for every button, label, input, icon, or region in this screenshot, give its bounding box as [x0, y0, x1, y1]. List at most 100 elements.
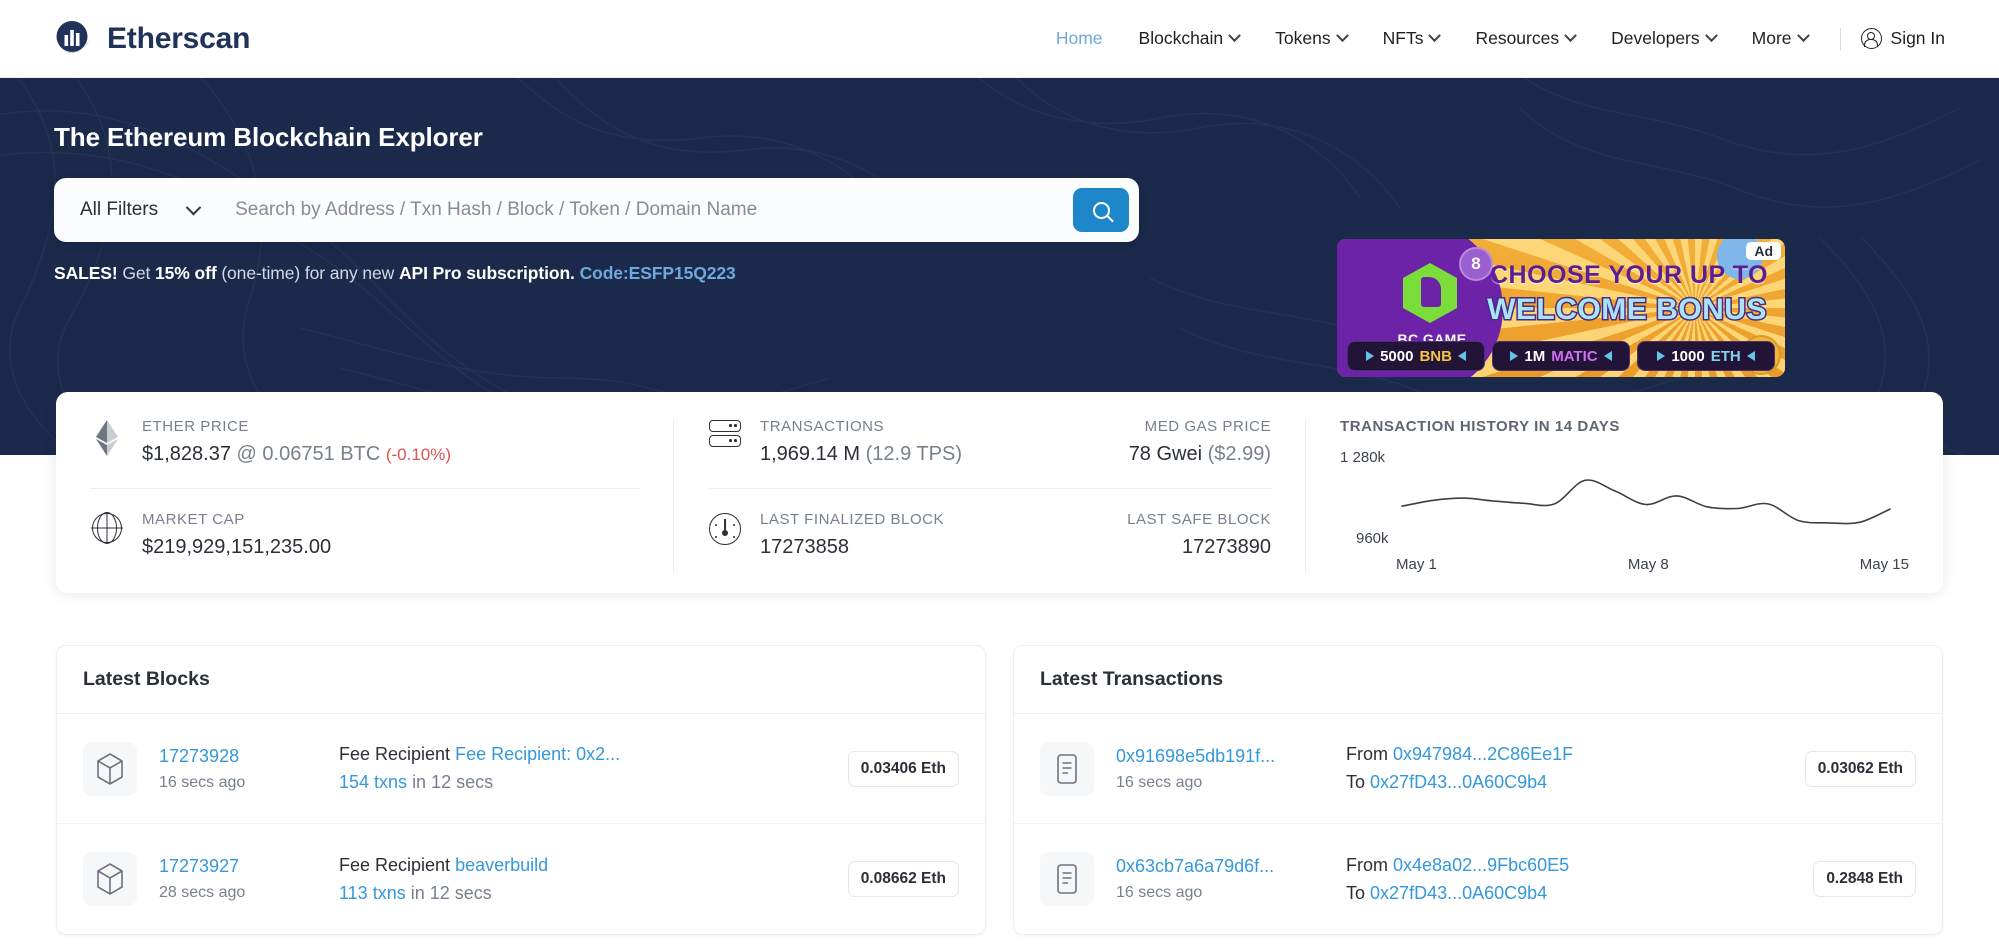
txns-count-link[interactable]: 113 txns: [339, 883, 406, 903]
table-row[interactable]: 17273927 28 secs ago Fee Recipient beave…: [57, 824, 985, 934]
block-cube-icon: [83, 852, 137, 906]
tx-details: From 0x947984...2C86Ee1F To 0x27fD43...0…: [1346, 744, 1805, 793]
sales-product: API Pro subscription.: [399, 263, 575, 283]
tx-details: From 0x4e8a02...9Fbc60E5 To 0x27fD43...0…: [1346, 855, 1813, 904]
txns-line: 113 txns in 12 secs: [339, 883, 848, 904]
chevron-down-icon: [186, 199, 202, 215]
from-label: From: [1346, 855, 1388, 875]
nav-item-tokens[interactable]: Tokens: [1257, 20, 1364, 57]
top-navigation-bar: Etherscan Home Blockchain Tokens NFTs Re…: [0, 0, 1999, 78]
tx-hash-link[interactable]: 0x91698e5db191f...: [1116, 746, 1346, 767]
nav-item-label: Home: [1056, 28, 1103, 49]
to-address-link[interactable]: 0x27fD43...0A60C9b4: [1370, 883, 1547, 903]
tx-age: 16 secs ago: [1116, 884, 1346, 902]
stats-column-price: ETHER PRICE $1,828.37 @ 0.06751 BTC (-0.…: [56, 418, 674, 573]
from-label: From: [1346, 744, 1388, 764]
ad-offer-pills: 5000 BNB 1M MATIC 1000 ETH: [1347, 341, 1775, 371]
from-address-link[interactable]: 0x947984...2C86Ee1F: [1393, 744, 1573, 764]
block-info: 17273927 28 secs ago: [159, 856, 339, 902]
sign-in-label: Sign In: [1891, 28, 1945, 49]
tx-from-line: From 0x4e8a02...9Fbc60E5: [1346, 855, 1813, 876]
nav-item-blockchain[interactable]: Blockchain: [1121, 20, 1258, 57]
nav-item-nfts[interactable]: NFTs: [1365, 20, 1458, 57]
promo-code-link[interactable]: Code:ESFP15Q223: [580, 263, 736, 283]
globe-icon: [90, 511, 124, 559]
chevron-down-icon: [1564, 29, 1577, 42]
stat-block: TRANSACTIONS MED GAS PRICE 1,969.14 M (1…: [760, 418, 1271, 466]
ad-pill-amount: 1M: [1524, 348, 1545, 365]
transaction-history-chart[interactable]: 1 280k 960k May 1 May 8 May 15: [1340, 445, 1909, 573]
table-row[interactable]: 17273928 16 secs ago Fee Recipient Fee R…: [57, 714, 985, 824]
transactions-tps: (12.9 TPS): [866, 443, 962, 465]
sign-in-button[interactable]: Sign In: [1855, 20, 1951, 57]
nav-divider: [1840, 28, 1841, 50]
server-stack-icon: [708, 418, 742, 466]
ad-pill-token: ETH: [1711, 348, 1741, 365]
chart-x-tick: May 8: [1628, 556, 1669, 573]
advertisement-banner[interactable]: BC.GAME 8 CHOOSE YOUR UP TO WELCOME BONU…: [1337, 239, 1785, 377]
search-input[interactable]: [221, 199, 1073, 221]
all-filters-dropdown[interactable]: All Filters: [54, 199, 221, 221]
stats-column-network: TRANSACTIONS MED GAS PRICE 1,969.14 M (1…: [674, 418, 1306, 573]
block-info: 17273928 16 secs ago: [159, 746, 339, 792]
ad-pill-matic: 1M MATIC: [1492, 341, 1630, 371]
stat-label: LAST FINALIZED BLOCK: [760, 511, 944, 528]
block-number-link[interactable]: 17273928: [159, 746, 339, 767]
to-address-link[interactable]: 0x27fD43...0A60C9b4: [1370, 772, 1547, 792]
tx-age: 16 secs ago: [1116, 774, 1346, 792]
txns-count-link[interactable]: 154 txns: [339, 772, 407, 792]
page-title: The Ethereum Blockchain Explorer: [54, 122, 1999, 153]
divider: [708, 488, 1271, 489]
fee-recipient-link[interactable]: Fee Recipient: 0x2...: [455, 744, 620, 764]
fee-recipient-line: Fee Recipient Fee Recipient: 0x2...: [339, 744, 848, 765]
block-reward-badge: 0.08662 Eth: [848, 861, 959, 897]
nav-item-label: More: [1752, 28, 1792, 49]
triangle-right-icon: [1366, 351, 1374, 361]
transactions-count: 1,969.14 M: [760, 443, 860, 465]
search-bar: All Filters: [54, 178, 1139, 242]
tx-info: 0x91698e5db191f... 16 secs ago: [1116, 746, 1346, 792]
fee-recipient-line: Fee Recipient beaverbuild: [339, 855, 848, 876]
chevron-down-icon: [1705, 29, 1718, 42]
stat-blocks-row: LAST FINALIZED BLOCK LAST SAFE BLOCK 172…: [708, 511, 1271, 559]
ad-headline-1: CHOOSE YOUR UP TO: [1485, 261, 1773, 290]
stats-card: ETHER PRICE $1,828.37 @ 0.06751 BTC (-0.…: [56, 392, 1943, 593]
block-details: Fee Recipient Fee Recipient: 0x2... 154 …: [339, 744, 848, 793]
tx-hash-link[interactable]: 0x63cb7a6a79d6f...: [1116, 856, 1346, 877]
ad-pill-amount: 1000: [1671, 348, 1704, 365]
triangle-left-icon: [1747, 351, 1755, 361]
brand-logo[interactable]: Etherscan: [52, 18, 250, 60]
nav-item-developers[interactable]: Developers: [1593, 20, 1734, 57]
chevron-down-icon: [1336, 29, 1349, 42]
fee-recipient-link[interactable]: beaverbuild: [455, 855, 548, 875]
gauge-icon: [708, 511, 742, 559]
nav-item-more[interactable]: More: [1734, 20, 1826, 57]
nav-item-label: Tokens: [1275, 28, 1330, 49]
from-address-link[interactable]: 0x4e8a02...9Fbc60E5: [1393, 855, 1569, 875]
stat-label: MED GAS PRICE: [1145, 418, 1271, 435]
table-row[interactable]: 0x63cb7a6a79d6f... 16 secs ago From 0x4e…: [1014, 824, 1942, 934]
table-row[interactable]: 0x91698e5db191f... 16 secs ago From 0x94…: [1014, 714, 1942, 824]
divider: [90, 488, 639, 489]
sales-text2: (one-time) for any new: [217, 263, 399, 283]
tx-amount-badge: 0.03062 Eth: [1805, 751, 1916, 787]
nav-item-label: NFTs: [1383, 28, 1424, 49]
block-cube-icon: [83, 742, 137, 796]
nav-item-resources[interactable]: Resources: [1457, 20, 1593, 57]
chevron-down-icon: [1228, 29, 1241, 42]
chart-x-axis: May 1 May 8 May 15: [1396, 556, 1909, 573]
stat-value: 78 Gwei ($2.99): [1129, 443, 1271, 466]
search-icon: [1093, 202, 1110, 219]
gas-price-usd: ($2.99): [1208, 443, 1271, 465]
sales-prefix: SALES!: [54, 263, 118, 283]
to-label: To: [1346, 772, 1365, 792]
stat-transactions-row: TRANSACTIONS MED GAS PRICE 1,969.14 M (1…: [708, 418, 1271, 466]
stat-ether-price: ETHER PRICE $1,828.37 @ 0.06751 BTC (-0.…: [90, 418, 639, 466]
block-number-link[interactable]: 17273927: [159, 856, 339, 877]
stat-label: ETHER PRICE: [142, 418, 451, 435]
nav-item-home[interactable]: Home: [1038, 20, 1121, 57]
last-finalized-block-value: 17273858: [760, 536, 849, 559]
etherscan-logo-icon: [52, 18, 94, 60]
search-button[interactable]: [1073, 188, 1129, 232]
gas-price-gwei: 78 Gwei: [1129, 443, 1202, 465]
